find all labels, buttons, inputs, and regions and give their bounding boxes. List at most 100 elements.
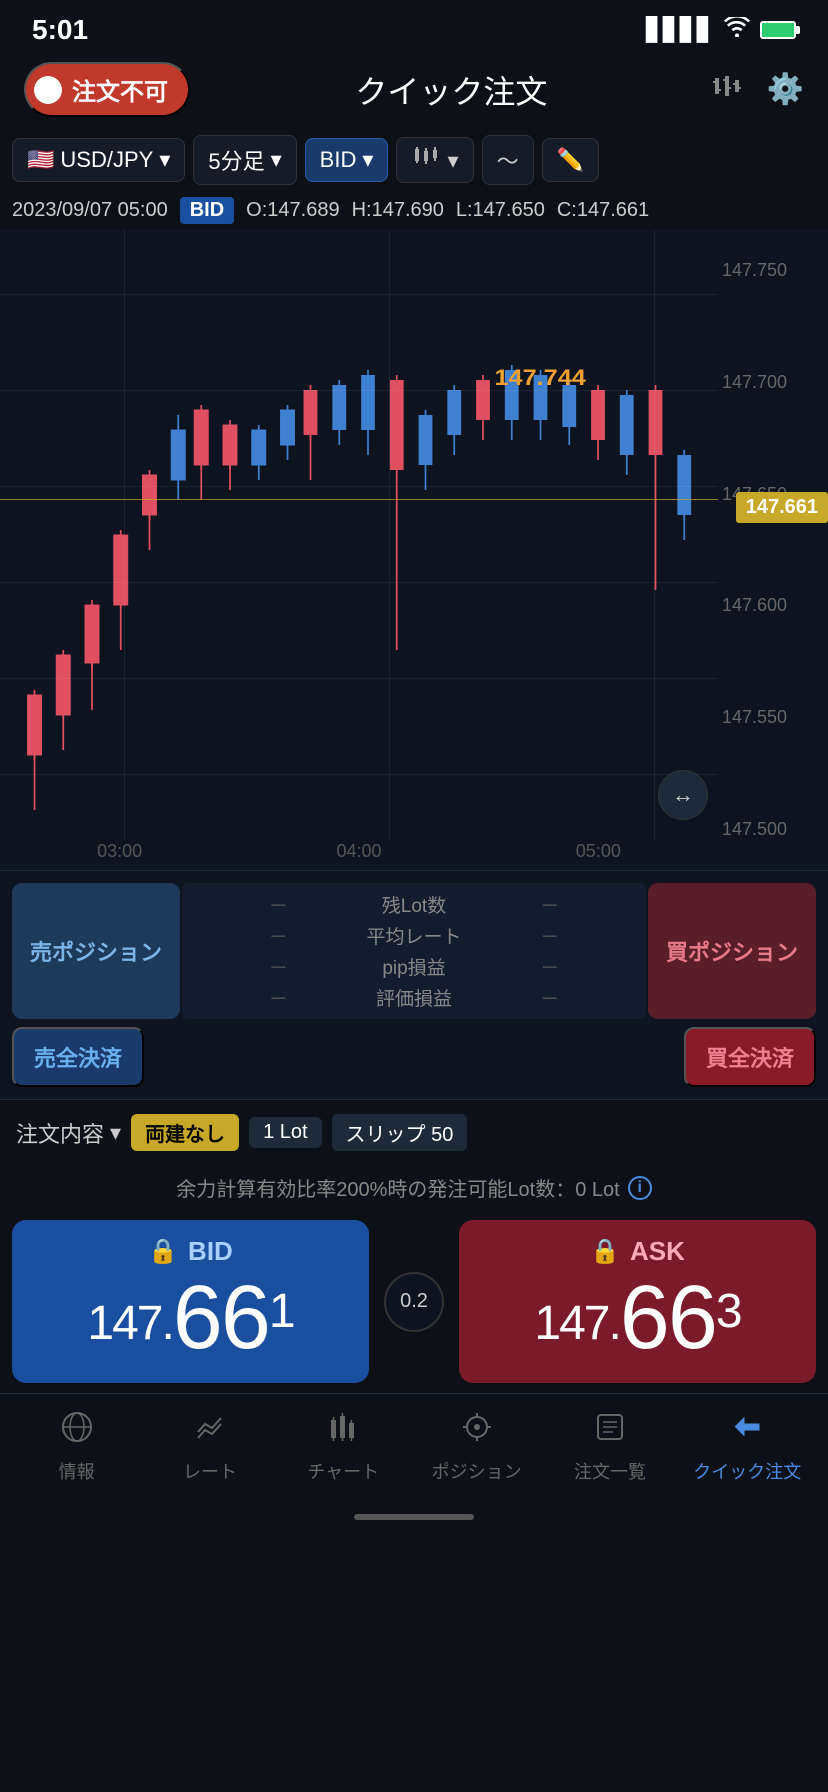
- chart-nav-icon: [326, 1410, 360, 1452]
- price-type-selector[interactable]: BID ▾: [305, 138, 389, 182]
- order-status-button[interactable]: 注文不可: [24, 62, 190, 117]
- buy-eval-value: －: [470, 984, 630, 1011]
- time-label-1: 03:00: [97, 841, 142, 862]
- buy-rate-value: －: [470, 922, 630, 949]
- nav-label-info: 情報: [59, 1458, 95, 1484]
- toolbar: 🇺🇸 USD/JPY ▾ 5分足 ▾ BID ▾ ▾ 〜 ✏️: [0, 129, 828, 191]
- pair-chevron: ▾: [159, 147, 170, 173]
- info-icon[interactable]: i: [628, 1176, 652, 1200]
- timeframe-chevron: ▾: [271, 147, 282, 173]
- buy-lot-value: －: [470, 891, 630, 918]
- status-bar: 5:01 ▋▋▋▋: [0, 0, 828, 54]
- status-right: ▋▋▋▋: [646, 17, 796, 43]
- nav-label-chart: チャート: [307, 1458, 379, 1484]
- timeframe-label: 5分足: [208, 144, 264, 176]
- timeframe-selector[interactable]: 5分足 ▾: [193, 135, 296, 185]
- pair-selector[interactable]: 🇺🇸 USD/JPY ▾: [12, 138, 185, 182]
- flag-icon: 🇺🇸: [27, 147, 54, 173]
- sell-eval-value: －: [198, 984, 358, 1011]
- time-labels: 03:00 04:00 05:00: [0, 841, 718, 862]
- nav-item-position[interactable]: ポジション: [427, 1410, 527, 1484]
- sell-lot-value: －: [198, 891, 358, 918]
- chart-low: L:147.650: [456, 199, 545, 222]
- grid-v-3: [654, 230, 655, 840]
- rates-icon: [193, 1410, 227, 1452]
- pair-label: USD/JPY: [60, 147, 153, 173]
- wifi-icon: [724, 17, 750, 43]
- chart-price-type-badge: BID: [180, 197, 234, 224]
- status-time: 5:01: [32, 14, 88, 46]
- nav-item-info[interactable]: 情報: [27, 1410, 127, 1484]
- sell-position-label: 売ポジション: [12, 883, 180, 1019]
- lot-label: 残Lot数: [366, 891, 461, 918]
- spread-display: 0.2: [384, 1272, 444, 1332]
- signal-icon: ▋▋▋▋: [646, 17, 714, 43]
- chart-container[interactable]: 147.744 147.750 147.700 147.650 147.600 …: [0, 230, 828, 870]
- position-action-row: 売全決済 買全決済: [12, 1027, 816, 1087]
- sell-rate-value: －: [198, 922, 358, 949]
- nav-label-position: ポジション: [432, 1458, 522, 1484]
- price-type-label: BID: [320, 147, 357, 173]
- bid-button[interactable]: 🔒 BID 147.661: [12, 1220, 369, 1383]
- price-horizontal-line: [0, 499, 718, 500]
- chart-type-icon[interactable]: [713, 72, 747, 108]
- orders-nav-icon: [593, 1410, 627, 1452]
- ask-price-suffix: 3: [716, 1285, 741, 1338]
- bid-label-text: BID: [188, 1236, 233, 1267]
- bid-label: 🔒 BID: [32, 1236, 349, 1267]
- nav-item-orders[interactable]: 注文一覧: [560, 1410, 660, 1484]
- nav-item-quick[interactable]: クイック注文: [693, 1410, 801, 1484]
- indicator-btn[interactable]: 〜: [482, 135, 534, 185]
- action-spacer: [144, 1027, 684, 1087]
- settings-icon[interactable]: ⚙️: [767, 72, 804, 107]
- candlestick-chevron: ▾: [448, 148, 459, 173]
- bid-price-prefix: 147.: [87, 1297, 172, 1350]
- ask-lock-icon: 🔒: [590, 1237, 620, 1266]
- price-label-6: 147.500: [722, 819, 824, 840]
- price-labels: 147.750 147.700 147.650 147.600 147.550 …: [718, 230, 828, 870]
- order-settings-text: 注文内容: [16, 1117, 104, 1149]
- quick-nav-icon: [730, 1410, 764, 1452]
- sell-close-button[interactable]: 売全決済: [12, 1027, 144, 1087]
- buy-close-button[interactable]: 買全決済: [684, 1027, 816, 1087]
- sell-pip-value: －: [198, 953, 358, 980]
- globe-icon: [60, 1410, 94, 1452]
- nav-item-chart[interactable]: チャート: [293, 1410, 393, 1484]
- order-settings-label[interactable]: 注文内容 ▾: [16, 1117, 121, 1149]
- lot-info: 余力計算有効比率200%時の発注可能Lot数：0 Lot i: [0, 1165, 828, 1210]
- candlestick-type-btn[interactable]: ▾: [396, 137, 473, 183]
- chart-info-bar: 2023/09/07 05:00 BID O:147.689 H:147.690…: [0, 191, 828, 230]
- slip-tag[interactable]: スリップ 50: [332, 1114, 468, 1151]
- price-type-chevron: ▾: [362, 147, 373, 173]
- order-settings-chevron: ▾: [110, 1120, 121, 1146]
- pip-label: pip損益: [366, 953, 461, 980]
- order-settings: 注文内容 ▾ 両建なし 1 Lot スリップ 50: [0, 1099, 828, 1165]
- grid-v-2: [389, 230, 390, 840]
- chart-close: C:147.661: [557, 199, 649, 222]
- nav-label-quick: クイック注文: [693, 1458, 801, 1484]
- position-info-center: － 残Lot数 － － 平均レート － － pip損益 － － 評価損益 －: [182, 883, 646, 1019]
- grid-h-1: [0, 294, 718, 295]
- grid-v-1: [124, 230, 125, 840]
- svg-text:147.744: 147.744: [495, 366, 587, 390]
- ryoken-tag[interactable]: 両建なし: [131, 1114, 239, 1151]
- bid-lock-icon: 🔒: [148, 1237, 178, 1266]
- ask-price-main: 66: [620, 1268, 716, 1368]
- draw-btn[interactable]: ✏️: [542, 138, 599, 182]
- chart-high: H:147.690: [352, 199, 444, 222]
- order-status-dot: [34, 76, 62, 104]
- position-header-row: 売ポジション － 残Lot数 － － 平均レート － － pip損益 － － 評…: [12, 883, 816, 1019]
- lot-tag[interactable]: 1 Lot: [249, 1117, 321, 1148]
- header-icons: ⚙️: [713, 72, 804, 108]
- bid-ask-row: 🔒 BID 147.661 0.2 🔒 ASK 147.663: [0, 1210, 828, 1393]
- grid-h-3: [0, 486, 718, 487]
- expand-button[interactable]: ↔: [658, 770, 708, 820]
- ask-label-text: ASK: [630, 1236, 685, 1267]
- home-indicator: [354, 1514, 474, 1520]
- time-label-3: 05:00: [576, 841, 621, 862]
- nav-item-rates[interactable]: レート: [160, 1410, 260, 1484]
- position-nav-icon: [460, 1410, 494, 1452]
- buy-position-label: 買ポジション: [648, 883, 816, 1019]
- ask-button[interactable]: 🔒 ASK 147.663: [459, 1220, 816, 1383]
- ask-label: 🔒 ASK: [479, 1236, 796, 1267]
